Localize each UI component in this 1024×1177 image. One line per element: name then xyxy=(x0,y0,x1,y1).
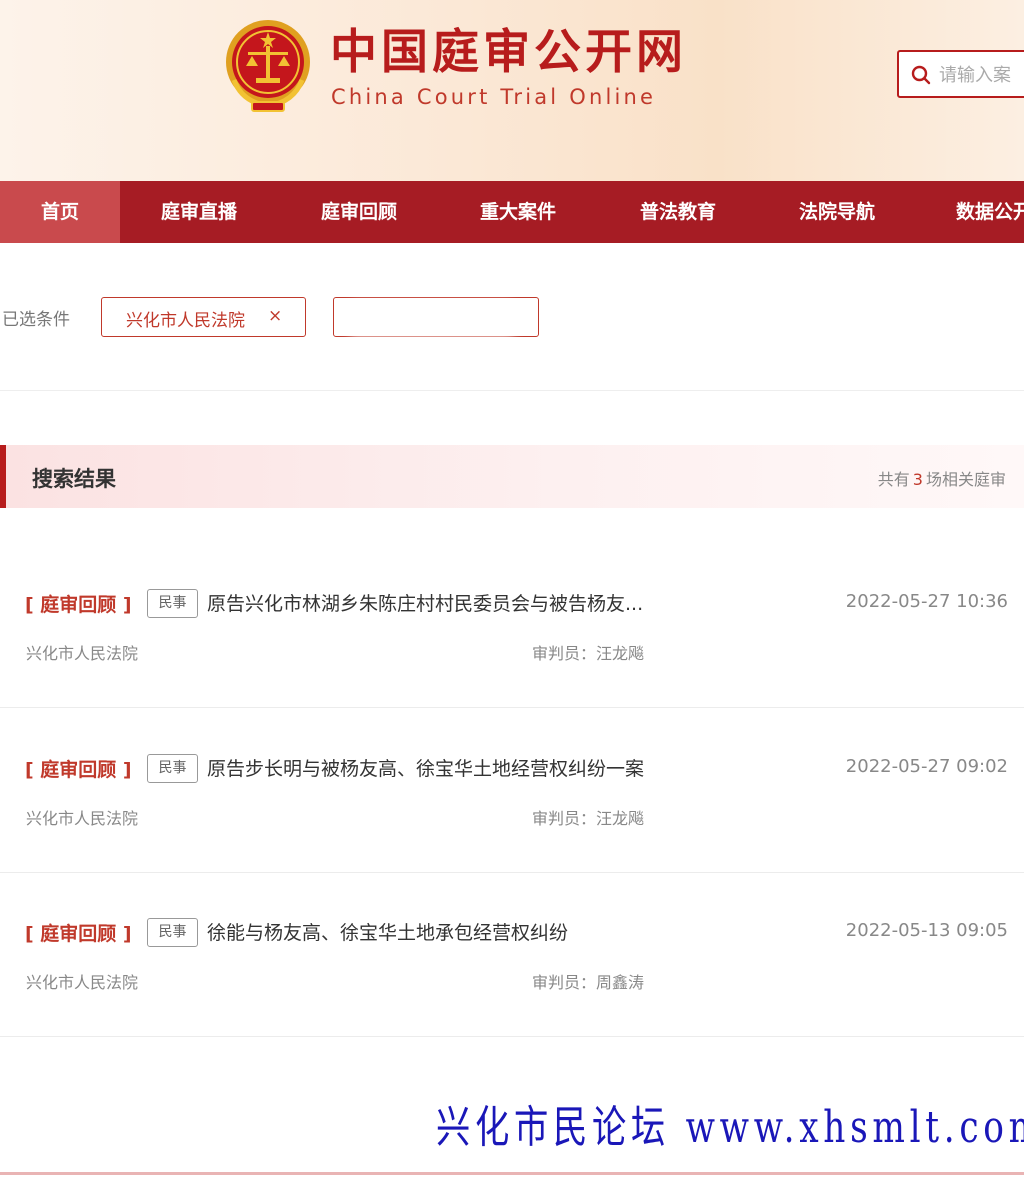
result-judge: 审判员：汪龙飚 xyxy=(532,644,645,663)
results-count-suffix: 场相关庭审 xyxy=(925,470,1006,489)
results-count-number: 3 xyxy=(912,470,923,489)
nav-item-court-navigation[interactable]: 法院导航 xyxy=(777,181,897,243)
result-type-label: [ 庭审回顾 ] xyxy=(25,759,132,781)
results-accent-bar xyxy=(0,445,6,508)
result-title-link[interactable]: 徐能与杨友高、徐宝华土地承包经营权纠纷 xyxy=(207,918,568,945)
result-court: 兴化市人民法院 xyxy=(26,973,139,992)
redaction-mask xyxy=(342,302,522,336)
site-title[interactable]: 中国庭审公开网 xyxy=(330,26,687,80)
result-judge: 审判员：周鑫涛 xyxy=(532,973,645,992)
nav-item-legal-education[interactable]: 普法教育 xyxy=(618,181,738,243)
result-judge: 审判员：汪龙飚 xyxy=(532,809,645,828)
result-item[interactable]: [ 庭审回顾 ] 民事 原告步长明与被杨友高、徐宝华土地经营权纠纷一案 2022… xyxy=(0,709,1024,873)
results-header: 搜索结果 共有 3 场相关庭审 xyxy=(0,445,1024,508)
result-item[interactable]: [ 庭审回顾 ] 民事 徐能与杨友高、徐宝华土地承包经营权纠纷 2022-05-… xyxy=(0,873,1024,1037)
case-type-badge: 民事 xyxy=(147,589,198,618)
selected-conditions: 已选条件 兴化市人民法院 × xyxy=(0,243,1024,391)
nav-item-live[interactable]: 庭审直播 xyxy=(139,181,259,243)
search-box[interactable] xyxy=(897,50,1024,98)
case-type-badge: 民事 xyxy=(147,918,198,947)
main-nav: 首页 庭审直播 庭审回顾 重大案件 普法教育 法院导航 数据公开 xyxy=(0,181,1024,243)
results-title: 搜索结果 xyxy=(32,467,116,491)
result-item[interactable]: [ 庭审回顾 ] 民事 原告兴化市林湖乡朱陈庄村村民委员会与被告杨友... 20… xyxy=(0,544,1024,708)
result-court: 兴化市人民法院 xyxy=(26,809,139,828)
court-emblem-icon[interactable] xyxy=(222,18,314,114)
bottom-divider xyxy=(0,1172,1024,1175)
nav-item-home[interactable]: 首页 xyxy=(0,181,120,243)
result-time: 2022-05-27 09:02 xyxy=(845,756,1008,777)
close-icon[interactable]: × xyxy=(268,306,282,326)
result-court: 兴化市人民法院 xyxy=(26,644,139,663)
filter-tag-label: 兴化市人民法院 xyxy=(126,311,245,331)
result-time: 2022-05-27 10:36 xyxy=(845,591,1008,612)
search-icon[interactable] xyxy=(911,65,931,85)
nav-item-data-disclosure[interactable]: 数据公开 xyxy=(936,181,1024,243)
case-type-badge: 民事 xyxy=(147,754,198,783)
search-input[interactable] xyxy=(939,60,1024,90)
results-count: 共有 3 场相关庭审 xyxy=(878,466,1006,490)
result-title-link[interactable]: 原告兴化市林湖乡朱陈庄村村民委员会与被告杨友... xyxy=(207,589,643,616)
site-header: 中国庭审公开网 China Court Trial Online xyxy=(0,0,1024,181)
result-time: 2022-05-13 09:05 xyxy=(845,920,1008,941)
filter-tag-court[interactable]: 兴化市人民法院 × xyxy=(101,297,306,337)
results-count-prefix: 共有 xyxy=(877,470,910,489)
forum-watermark: 兴化市民论坛 www.xhsmlt.com xyxy=(436,1102,1024,1153)
filters-label: 已选条件 xyxy=(2,310,70,330)
nav-item-major-cases[interactable]: 重大案件 xyxy=(458,181,578,243)
result-type-label: [ 庭审回顾 ] xyxy=(25,594,132,616)
site-subtitle: China Court Trial Online xyxy=(331,85,657,109)
result-type-label: [ 庭审回顾 ] xyxy=(25,923,132,945)
nav-item-review[interactable]: 庭审回顾 xyxy=(299,181,419,243)
filter-tag-redacted[interactable] xyxy=(333,297,539,337)
result-title-link[interactable]: 原告步长明与被杨友高、徐宝华土地经营权纠纷一案 xyxy=(207,754,644,781)
